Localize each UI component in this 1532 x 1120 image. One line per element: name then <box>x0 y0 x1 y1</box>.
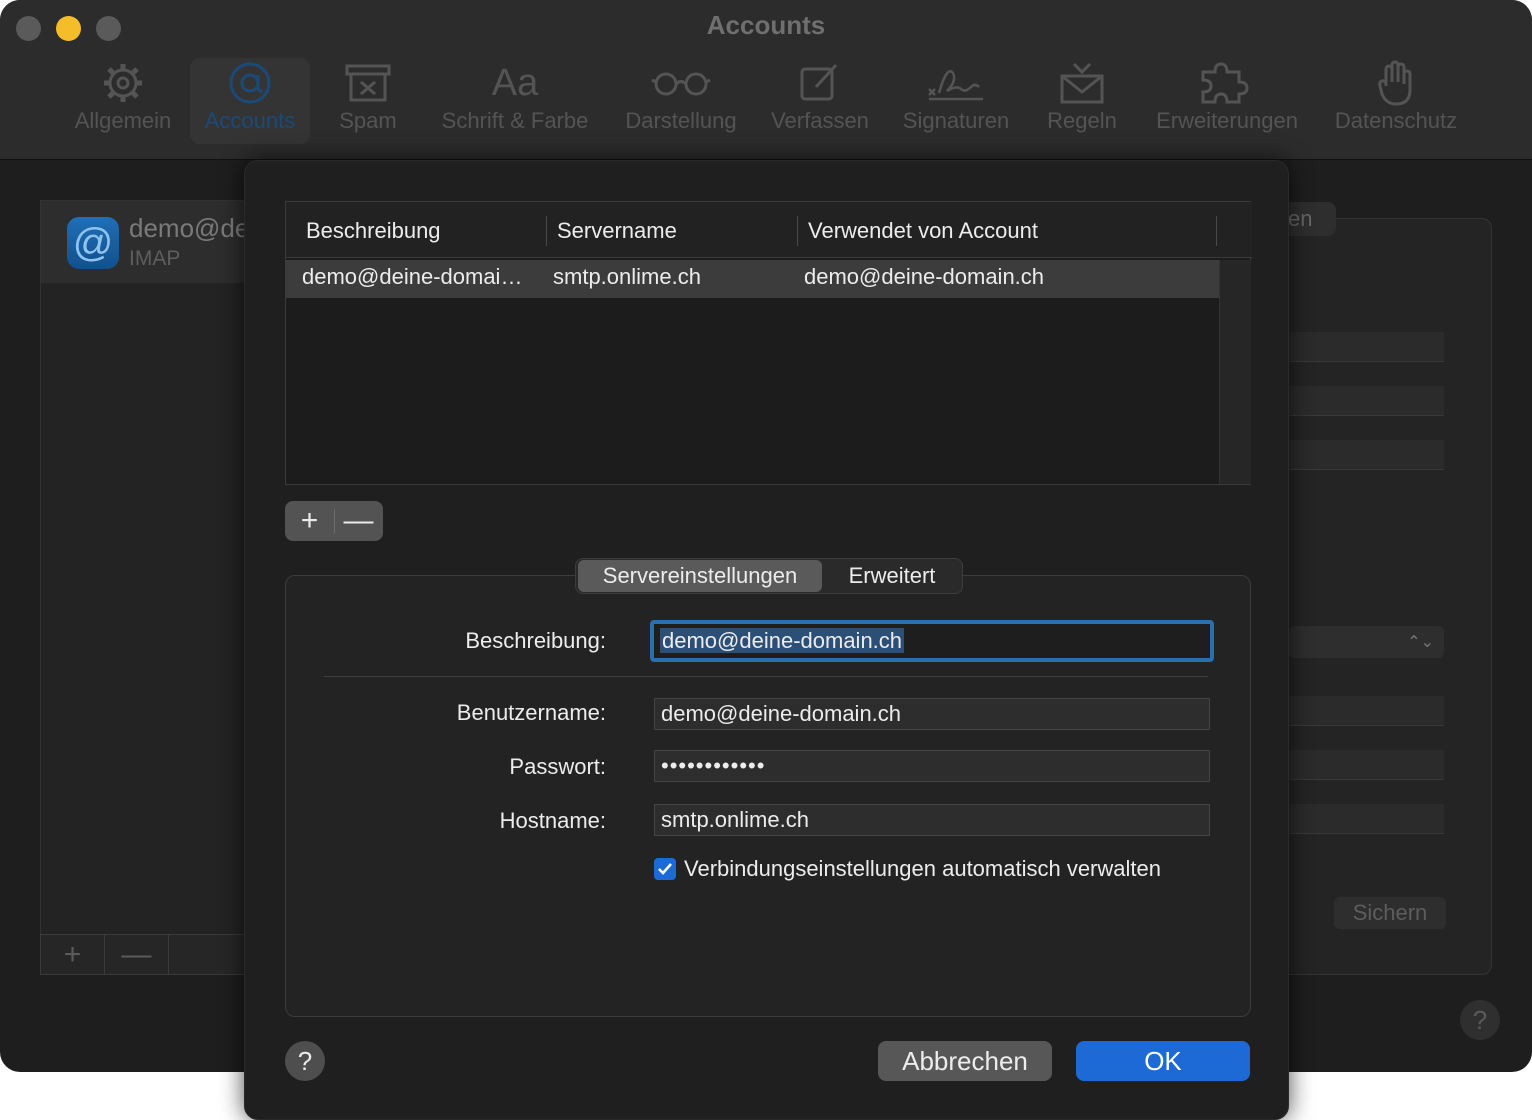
toolbar-label: Signaturen <box>902 108 1010 133</box>
account-name: demo@de <box>129 213 250 243</box>
table-cell: smtp.onlime.ch <box>553 264 701 289</box>
toolbar-item-accounts[interactable]: Accounts <box>190 58 310 144</box>
save-button[interactable]: Sichern <box>1334 897 1446 929</box>
column-divider <box>1216 216 1217 246</box>
toolbar-label: Verfassen <box>771 108 869 133</box>
toolbar-label: Darstellung <box>625 108 737 133</box>
toolbar-label: Spam <box>339 108 397 133</box>
table-scrollbar[interactable] <box>1219 260 1251 484</box>
add-server-button[interactable]: + <box>285 501 334 541</box>
checkmark-icon <box>658 863 672 875</box>
background-field[interactable] <box>1288 750 1444 780</box>
form-separator <box>324 676 1208 677</box>
table-cell: demo@deine-domain.ch <box>804 264 1045 289</box>
window-title: Accounts <box>706 10 826 40</box>
password-field[interactable]: •••••••••••• <box>654 750 1210 782</box>
toolbar-label: Erweiterungen <box>1156 108 1298 133</box>
toolbar-item-rules[interactable]: Regeln <box>1040 58 1124 144</box>
auto-manage-label[interactable]: Verbindungseinstellungen automatisch ver… <box>684 856 1161 882</box>
background-field[interactable] <box>1288 440 1444 470</box>
cancel-button[interactable]: Abbrechen <box>878 1041 1052 1081</box>
toolbar-item-general[interactable]: Allgemein <box>66 58 180 144</box>
smtp-server-table: Beschreibung Servername Verwendet von Ac… <box>285 201 1252 485</box>
background-field[interactable] <box>1288 804 1444 834</box>
toolbar-item-signatures[interactable]: Signaturen <box>894 58 1018 144</box>
account-list-item[interactable]: @ demo@de IMAP <box>41 201 251 283</box>
remove-server-button[interactable]: — <box>334 501 383 541</box>
description-label: Beschreibung: <box>465 628 606 653</box>
tab-server-settings-background[interactable]: en <box>1288 202 1336 236</box>
junk-icon <box>344 58 392 108</box>
server-settings-box: Beschreibung: demo@deine-domain.ch Benut… <box>285 575 1251 1017</box>
toolbar-label: Datenschutz <box>1334 108 1458 133</box>
password-label: Passwort: <box>509 754 606 779</box>
toolbar-item-spam[interactable]: Spam <box>330 58 406 144</box>
toolbar-item-extensions[interactable]: Erweiterungen <box>1148 58 1306 144</box>
tab-server-settings[interactable]: Servereinstellungen <box>578 560 822 592</box>
column-header-used-by-account[interactable]: Verwendet von Account <box>788 202 1208 258</box>
at-icon <box>228 58 272 108</box>
add-account-button[interactable]: + <box>41 935 105 974</box>
toolbar-item-fonts-colors[interactable]: Aa Schrift & Farbe <box>432 58 598 144</box>
description-value: demo@deine-domain.ch <box>660 628 905 653</box>
toolbar-item-viewing[interactable]: Darstellung <box>618 58 744 144</box>
hostname-label: Hostname: <box>499 808 606 833</box>
toolbar-item-privacy[interactable]: Datenschutz <box>1326 58 1466 144</box>
account-list-controls: + — <box>40 934 250 975</box>
help-button[interactable]: ? <box>285 1041 325 1081</box>
hand-icon <box>1376 58 1416 108</box>
column-header-description[interactable]: Beschreibung <box>286 202 546 258</box>
background-field[interactable] <box>1288 332 1444 362</box>
signature-icon <box>925 58 987 108</box>
glasses-icon <box>650 58 712 108</box>
toolbar-label: Regeln <box>1047 108 1117 133</box>
toolbar-label: Schrift & Farbe <box>441 108 589 133</box>
table-header: Beschreibung Servername Verwendet von Ac… <box>286 202 1252 258</box>
remove-account-button[interactable]: — <box>105 935 169 974</box>
toolbar-label: Allgemein <box>74 108 172 133</box>
toolbar-item-composing[interactable]: Verfassen <box>764 58 876 144</box>
background-popup[interactable]: ⌃⌄ <box>1288 626 1444 658</box>
username-label: Benutzername: <box>456 700 606 725</box>
table-cell: demo@deine-domai… <box>302 264 523 289</box>
column-header-servername[interactable]: Servername <box>537 202 787 258</box>
ok-button[interactable]: OK <box>1076 1041 1250 1081</box>
puzzle-icon <box>1197 58 1257 108</box>
username-field[interactable]: demo@deine-domain.ch <box>654 698 1210 730</box>
smtp-server-sheet: Beschreibung Servername Verwendet von Ac… <box>244 160 1289 1120</box>
hostname-field[interactable]: smtp.onlime.ch <box>654 804 1210 836</box>
background-field[interactable] <box>1288 386 1444 416</box>
title-bar: Accounts Allgemein Accounts Spam Aa Schr… <box>0 0 1532 160</box>
rules-icon <box>1058 58 1106 108</box>
gear-icon <box>101 58 145 108</box>
account-type: IMAP <box>129 247 181 270</box>
help-button-background[interactable]: ? <box>1460 1000 1500 1040</box>
settings-tabs: Servereinstellungen Erweitert <box>575 558 963 594</box>
font-icon: Aa <box>491 61 539 104</box>
description-field[interactable]: demo@deine-domain.ch <box>650 620 1214 662</box>
compose-icon <box>798 58 842 108</box>
table-row[interactable]: demo@deine-domai… smtp.onlime.ch demo@de… <box>286 260 1219 298</box>
background-field[interactable] <box>1288 696 1444 726</box>
auto-manage-checkbox[interactable] <box>654 858 676 880</box>
server-add-remove-control: + — <box>285 501 383 541</box>
toolbar-label: Accounts <box>204 108 296 133</box>
chevron-updown-icon: ⌃⌄ <box>1407 634 1434 651</box>
account-list: @ demo@de IMAP <box>40 200 251 975</box>
tab-advanced[interactable]: Erweitert <box>824 560 960 592</box>
at-icon: @ <box>67 217 119 269</box>
